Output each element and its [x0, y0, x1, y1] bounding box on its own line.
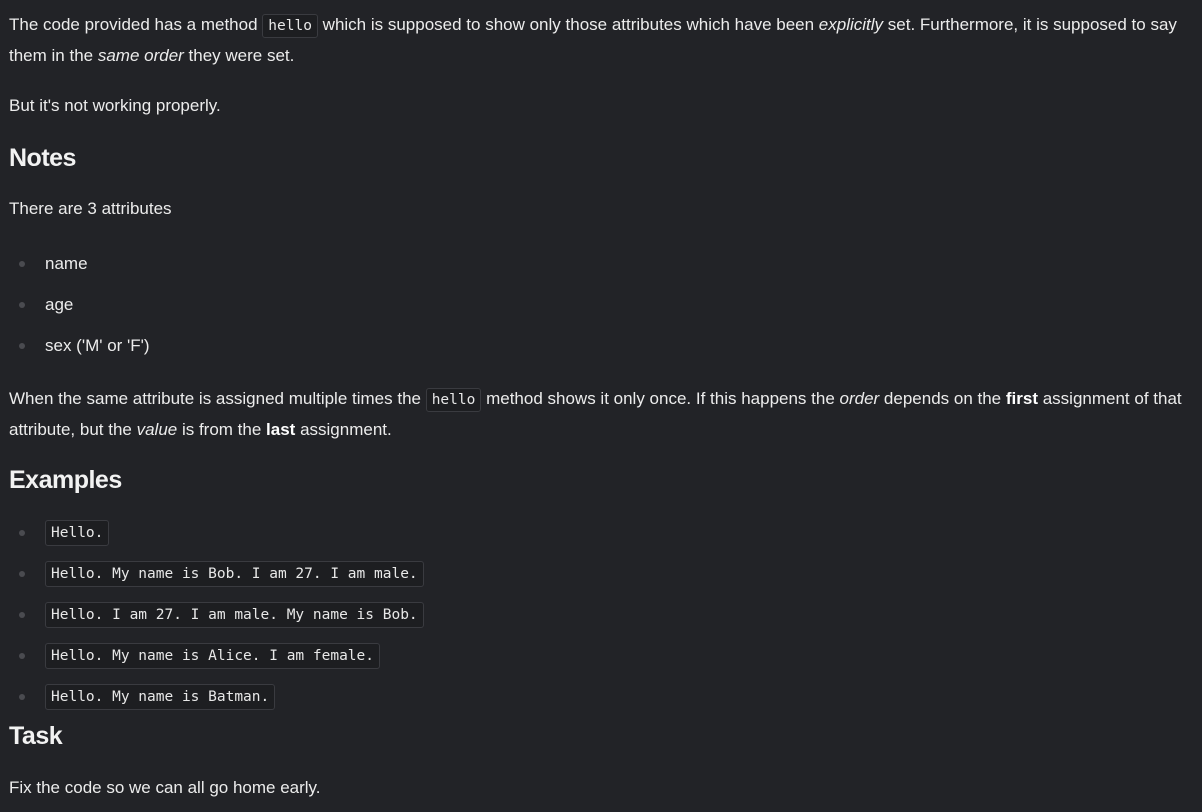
notes-text: assignment. [295, 420, 392, 439]
list-item: Hello. My name is Batman. [9, 684, 424, 725]
notes-heading: Notes [9, 144, 76, 172]
attributes-list: name age sex ('M' or 'F') [9, 250, 150, 373]
attribute-name: name [45, 254, 88, 273]
list-item: Hello. [9, 520, 424, 561]
strong-last: last [266, 420, 296, 439]
intro-text: they were set. [183, 46, 295, 65]
emphasis-explicitly: explicitly [818, 15, 884, 34]
examples-heading: Examples [9, 466, 122, 494]
bullet-icon [19, 612, 25, 618]
notes-text: method shows it only once. If this happe… [481, 389, 840, 408]
list-item: Hello. My name is Alice. I am female. [9, 643, 424, 684]
bullet-icon [19, 530, 25, 536]
intro-text: which is supposed to show only those att… [317, 15, 819, 34]
bullet-icon [19, 261, 25, 267]
attribute-age: age [45, 295, 74, 314]
examples-list: Hello. Hello. My name is Bob. I am 27. I… [9, 520, 424, 725]
intro-paragraph: The code provided has a method hello whi… [9, 10, 1189, 70]
attribute-sex: sex ('M' or 'F') [45, 336, 150, 355]
example-code: Hello. [45, 520, 110, 546]
intro-text: The code provided has a method [9, 15, 263, 34]
list-item: age [9, 291, 150, 332]
strong-first: first [1005, 389, 1038, 408]
notes-intro: There are 3 attributes [9, 199, 172, 218]
list-item: Hello. I am 27. I am male. My name is Bo… [9, 602, 424, 643]
list-item: sex ('M' or 'F') [9, 332, 150, 373]
bullet-icon [19, 694, 25, 700]
list-item: Hello. My name is Bob. I am 27. I am mal… [9, 561, 424, 602]
example-code: Hello. My name is Alice. I am female. [45, 643, 381, 669]
example-code: Hello. My name is Bob. I am 27. I am mal… [45, 561, 424, 587]
task-text: Fix the code so we can all go home early… [9, 778, 321, 797]
inline-code-hello: hello [425, 388, 482, 412]
not-working-paragraph: But it's not working properly. [9, 96, 221, 115]
notes-text: depends on the [879, 389, 1006, 408]
notes-text: is from the [177, 420, 267, 439]
task-heading: Task [9, 722, 63, 750]
inline-code-hello: hello [262, 14, 318, 38]
bullet-icon [19, 343, 25, 349]
emphasis-value: value [136, 420, 178, 439]
list-item: name [9, 250, 150, 291]
bullet-icon [19, 571, 25, 577]
example-code: Hello. My name is Batman. [45, 684, 276, 710]
notes-paragraph: When the same attribute is assigned mult… [9, 384, 1194, 444]
bullet-icon [19, 653, 25, 659]
emphasis-order: order [839, 389, 880, 408]
example-code: Hello. I am 27. I am male. My name is Bo… [45, 602, 424, 628]
bullet-icon [19, 302, 25, 308]
notes-text: When the same attribute is assigned mult… [9, 389, 426, 408]
emphasis-same-order: same order [97, 46, 184, 65]
